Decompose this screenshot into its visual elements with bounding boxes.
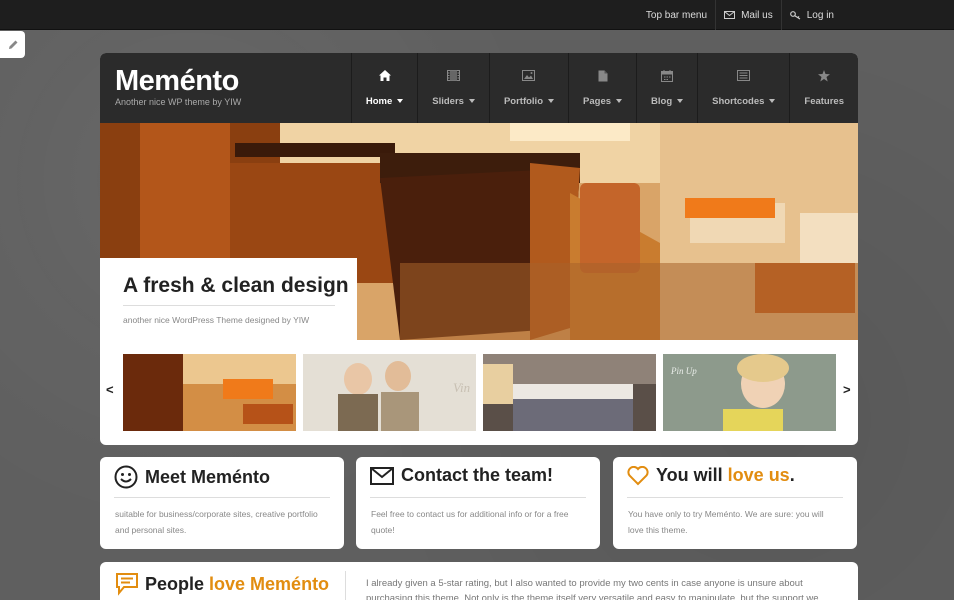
hero-caption: A fresh & clean design another nice Word… — [100, 258, 357, 340]
chevron-down-icon — [769, 99, 776, 103]
nav-item-portfolio[interactable]: Portfolio — [488, 53, 568, 123]
home-icon — [378, 70, 391, 81]
image-icon — [522, 70, 536, 81]
thumbnail-image — [483, 354, 656, 431]
card-title-part: You will — [656, 465, 728, 485]
pencil-icon — [8, 40, 17, 49]
card-title: Contact the team! — [401, 465, 554, 485]
feature-card-love: You will love us. You have only to try M… — [613, 457, 857, 549]
card-title-part: . — [789, 465, 795, 485]
testimonial-text: I already given a 5-star rating, but I a… — [366, 578, 819, 600]
card-divider — [627, 497, 843, 498]
log-in-link[interactable]: Log in — [780, 0, 842, 30]
feature-card-meet: Meet Meménto suitable for business/corpo… — [100, 457, 344, 549]
card-divider — [370, 497, 586, 498]
nav-label-home: Home — [365, 95, 393, 107]
nav-label-sliders: Sliders — [432, 95, 464, 107]
thumbnail-image — [123, 354, 296, 431]
nav-label-features: Features — [804, 95, 844, 107]
mail-icon — [724, 11, 736, 19]
nav-label-portfolio: Portfolio — [503, 95, 544, 107]
card-title: Meet Meménto — [145, 466, 271, 487]
thumbnail-pinup[interactable]: Pin Up — [663, 354, 836, 431]
hero-subtitle: another nice WordPress Theme designed by… — [123, 315, 310, 325]
hero-caption-divider — [123, 305, 335, 306]
thumbnail-carousel: < Vin Pin Up > — [100, 340, 858, 445]
film-icon — [447, 70, 461, 81]
nav-item-features[interactable]: Features — [789, 53, 858, 123]
main-container: Meménto Another nice WP theme by YIW Hom… — [100, 53, 858, 445]
mail-us-link[interactable]: Mail us — [715, 0, 781, 30]
thumbnail-fashion[interactable]: Vin — [303, 354, 476, 431]
thumbnail-watermark: Pin Up — [670, 366, 697, 376]
card-text: Feel free to contact us for additional i… — [371, 509, 569, 535]
nav-item-sliders[interactable]: Sliders — [417, 53, 489, 123]
top-bar-menu-link[interactable]: Top bar menu — [638, 0, 715, 30]
card-text: You have only to try Meménto. We are sur… — [628, 509, 824, 535]
chevron-down-icon — [397, 99, 404, 103]
nav-item-pages[interactable]: Pages — [568, 53, 636, 123]
calendar-icon — [661, 69, 674, 82]
carousel-prev-button[interactable]: < — [106, 382, 114, 397]
log-in-label: Log in — [806, 9, 834, 21]
chevron-down-icon — [468, 99, 475, 103]
testimonials-section: People love Meménto I already given a 5-… — [100, 562, 858, 600]
nav-item-home[interactable]: Home — [350, 53, 417, 123]
edit-toggle-button[interactable] — [0, 31, 25, 58]
card-title: You will love us. — [656, 465, 795, 486]
site-tagline: Another nice WP theme by YIW — [115, 97, 242, 107]
testimonials-title-part: People — [145, 573, 210, 594]
top-bar: Top bar menu Mail us Log in — [0, 0, 954, 30]
thumbnail-bedroom[interactable] — [483, 354, 656, 431]
speech-bubble-icon — [116, 573, 138, 596]
list-icon — [737, 70, 751, 81]
mail-us-label: Mail us — [741, 9, 773, 21]
top-bar-menu-label: Top bar menu — [645, 9, 708, 21]
nav-item-blog[interactable]: Blog — [636, 53, 697, 123]
thumbnail-kitchen[interactable] — [123, 354, 296, 431]
carousel-next-button[interactable]: > — [843, 382, 851, 397]
chevron-down-icon — [548, 99, 555, 103]
site-logo[interactable]: Meménto — [115, 65, 239, 98]
card-text: suitable for business/corporate sites, c… — [115, 509, 318, 535]
site-header: Meménto Another nice WP theme by YIW Hom… — [100, 53, 858, 123]
key-icon — [789, 10, 801, 20]
main-nav: Home Sliders Portfolio Pages Blog Shortc… — [350, 53, 858, 123]
card-title-highlight: love us — [727, 465, 790, 485]
nav-item-shortcodes[interactable]: Shortcodes — [697, 53, 789, 123]
heart-icon — [627, 465, 649, 485]
smiley-icon — [114, 465, 138, 489]
envelope-icon — [370, 466, 394, 485]
nav-label-blog: Blog — [651, 95, 673, 107]
top-bar-links: Top bar menu Mail us Log in — [638, 0, 842, 30]
hero-title: A fresh & clean design — [123, 274, 349, 297]
thumbnail-image: Pin Up — [663, 354, 836, 431]
thumbnail-watermark: Vin — [453, 380, 470, 395]
testimonials-divider — [345, 571, 346, 600]
thumbnail-image: Vin — [303, 354, 476, 431]
card-divider — [114, 497, 330, 498]
feature-card-contact: Contact the team! Feel free to contact u… — [356, 457, 600, 549]
chevron-down-icon — [616, 99, 623, 103]
document-icon — [598, 70, 608, 81]
testimonials-title: People love Meménto — [145, 574, 329, 595]
testimonials-title-highlight: love Meménto — [209, 573, 330, 594]
star-icon — [818, 69, 831, 81]
nav-label-pages: Pages — [583, 95, 612, 107]
chevron-down-icon — [677, 99, 684, 103]
nav-label-shortcodes: Shortcodes — [712, 95, 765, 107]
